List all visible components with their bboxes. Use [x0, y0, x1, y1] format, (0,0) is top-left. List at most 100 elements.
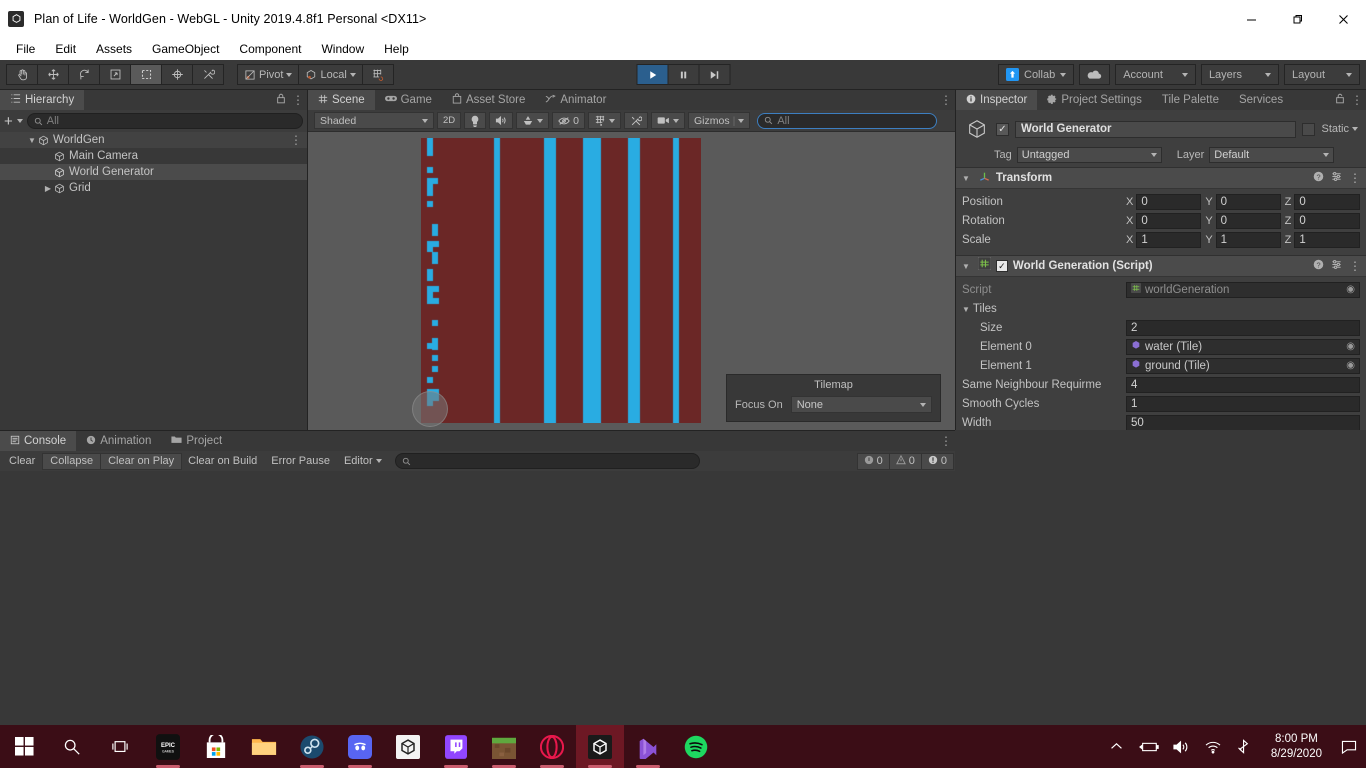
- tab-project[interactable]: Project: [161, 431, 233, 451]
- expand-arrow-icon[interactable]: ▼: [26, 136, 38, 145]
- audio-toggle-button[interactable]: [489, 112, 514, 129]
- pause-button[interactable]: [667, 64, 700, 85]
- gameobject-enabled-checkbox[interactable]: ✓: [996, 122, 1009, 136]
- help-icon[interactable]: ?: [1313, 259, 1324, 273]
- hierarchy-search-input[interactable]: All: [26, 113, 303, 129]
- scale-x-field[interactable]: 1: [1136, 231, 1202, 248]
- console-log-list[interactable]: [0, 471, 955, 725]
- scene-tools-button[interactable]: [624, 112, 648, 129]
- notifications-button[interactable]: [1332, 725, 1366, 768]
- scale-z-field[interactable]: 1: [1294, 231, 1360, 248]
- rotation-x-field[interactable]: 0: [1136, 212, 1202, 229]
- error-pause-button[interactable]: Error Pause: [264, 453, 337, 470]
- draw-mode-dropdown[interactable]: Shaded: [314, 112, 434, 129]
- script-header[interactable]: ▼ ✓ World Generation (Script) ? ⋮: [956, 256, 1366, 277]
- minimize-button[interactable]: [1228, 0, 1274, 38]
- warning-count[interactable]: 0: [888, 452, 922, 470]
- inspector-menu-button[interactable]: ⋮: [1351, 94, 1363, 106]
- clear-on-build-button[interactable]: Clear on Build: [181, 453, 264, 470]
- layers-dropdown[interactable]: Layers: [1200, 64, 1279, 85]
- file-explorer-icon[interactable]: [240, 725, 288, 768]
- error-count[interactable]: 0: [920, 452, 954, 470]
- expand-arrow-icon[interactable]: ▼: [962, 262, 970, 271]
- preset-icon[interactable]: [1331, 171, 1342, 185]
- microsoft-store-icon[interactable]: [192, 725, 240, 768]
- epic-games-icon[interactable]: EPIC GAMES: [144, 725, 192, 768]
- static-dropdown[interactable]: Static: [1321, 123, 1358, 135]
- custom-tool-button[interactable]: [192, 64, 224, 85]
- start-button[interactable]: [0, 725, 48, 768]
- cloud-button[interactable]: [1079, 64, 1111, 85]
- chevron-down-icon[interactable]: [16, 119, 23, 123]
- tab-console[interactable]: Console: [0, 431, 77, 451]
- tab-game[interactable]: Game: [374, 90, 442, 110]
- collapse-arrow-icon[interactable]: ▶: [42, 184, 54, 193]
- grid-snap-button[interactable]: [361, 64, 394, 85]
- position-x-field[interactable]: 0: [1136, 193, 1202, 210]
- hierarchy-item-main-camera[interactable]: Main Camera: [0, 148, 307, 164]
- transform-header[interactable]: ▼ Transform ? ⋮: [956, 168, 1366, 189]
- layout-dropdown[interactable]: Layout: [1283, 64, 1360, 85]
- editor-dropdown[interactable]: Editor: [337, 453, 389, 470]
- smooth-cycles-field[interactable]: 1: [1126, 395, 1360, 412]
- help-icon[interactable]: ?: [1313, 171, 1324, 185]
- step-button[interactable]: [698, 64, 731, 85]
- task-view-button[interactable]: [96, 725, 144, 768]
- battery-icon[interactable]: [1133, 725, 1165, 768]
- position-z-field[interactable]: 0: [1294, 193, 1360, 210]
- scale-y-field[interactable]: 1: [1215, 231, 1281, 248]
- collapse-button[interactable]: Collapse: [42, 452, 102, 470]
- pivot-toggle[interactable]: Pivot: [237, 64, 300, 85]
- scene-menu-button[interactable]: ⋮: [940, 94, 952, 106]
- tab-services[interactable]: Services: [1228, 90, 1294, 110]
- unity-editor-icon[interactable]: [576, 725, 624, 768]
- menu-assets[interactable]: Assets: [86, 40, 142, 58]
- rotate-tool-button[interactable]: [68, 64, 100, 85]
- menu-gameobject[interactable]: GameObject: [142, 40, 229, 58]
- taskbar-clock[interactable]: 8:00 PM 8/29/2020: [1261, 725, 1332, 768]
- tab-tile-palette[interactable]: Tile Palette: [1151, 90, 1229, 110]
- tag-dropdown[interactable]: Untagged: [1016, 147, 1162, 163]
- tab-asset-store[interactable]: Asset Store: [441, 90, 536, 110]
- tab-project-settings[interactable]: Project Settings: [1037, 90, 1152, 110]
- log-count[interactable]: 0: [856, 452, 890, 470]
- size-field[interactable]: 2: [1126, 319, 1360, 336]
- grid-visibility-button[interactable]: [588, 112, 621, 129]
- effects-toggle-button[interactable]: [516, 112, 550, 129]
- script-enabled-checkbox[interactable]: ✓: [995, 260, 1008, 272]
- scene-viewport[interactable]: Tilemap Focus On None: [308, 132, 955, 430]
- preset-icon[interactable]: [1331, 259, 1342, 273]
- hierarchy-item-world-generator[interactable]: World Generator: [0, 164, 307, 180]
- hierarchy-menu-button[interactable]: ⋮: [292, 94, 304, 106]
- lighting-toggle-button[interactable]: [464, 112, 487, 129]
- spotify-icon[interactable]: [672, 725, 720, 768]
- bluetooth-pen-icon[interactable]: [1229, 725, 1261, 768]
- opera-icon[interactable]: [528, 725, 576, 768]
- layer-dropdown[interactable]: Default: [1209, 147, 1335, 163]
- console-menu-button[interactable]: ⋮: [940, 435, 952, 447]
- object-picker-icon[interactable]: ◉: [1346, 360, 1355, 371]
- transform-menu-button[interactable]: ⋮: [1349, 172, 1361, 184]
- console-search-input[interactable]: [394, 453, 700, 469]
- gameobject-name-field[interactable]: World Generator: [1015, 120, 1297, 138]
- scene-visibility-button[interactable]: 0: [552, 112, 585, 129]
- unity-hub-icon[interactable]: [384, 725, 432, 768]
- scene-search-input[interactable]: All: [757, 112, 938, 129]
- same-neighbour-field[interactable]: 4: [1126, 376, 1360, 393]
- rotation-y-field[interactable]: 0: [1215, 212, 1281, 229]
- object-picker-icon[interactable]: ◉: [1346, 284, 1355, 295]
- rect-tool-button[interactable]: [130, 64, 162, 85]
- volume-icon[interactable]: [1165, 725, 1197, 768]
- account-dropdown[interactable]: Account: [1115, 64, 1196, 85]
- hierarchy-item-worldgen[interactable]: ▼ WorldGen ⋮: [0, 132, 307, 148]
- position-y-field[interactable]: 0: [1215, 193, 1281, 210]
- discord-icon[interactable]: [336, 725, 384, 768]
- vs-code-icon[interactable]: [624, 725, 672, 768]
- gizmos-dropdown[interactable]: Gizmos |: [688, 112, 751, 129]
- transform-tool-button[interactable]: [161, 64, 193, 85]
- menu-file[interactable]: File: [6, 40, 45, 58]
- element-0-object-field[interactable]: water (Tile) ◉: [1126, 338, 1360, 355]
- menu-window[interactable]: Window: [311, 40, 374, 58]
- twitch-icon[interactable]: [432, 725, 480, 768]
- menu-edit[interactable]: Edit: [45, 40, 86, 58]
